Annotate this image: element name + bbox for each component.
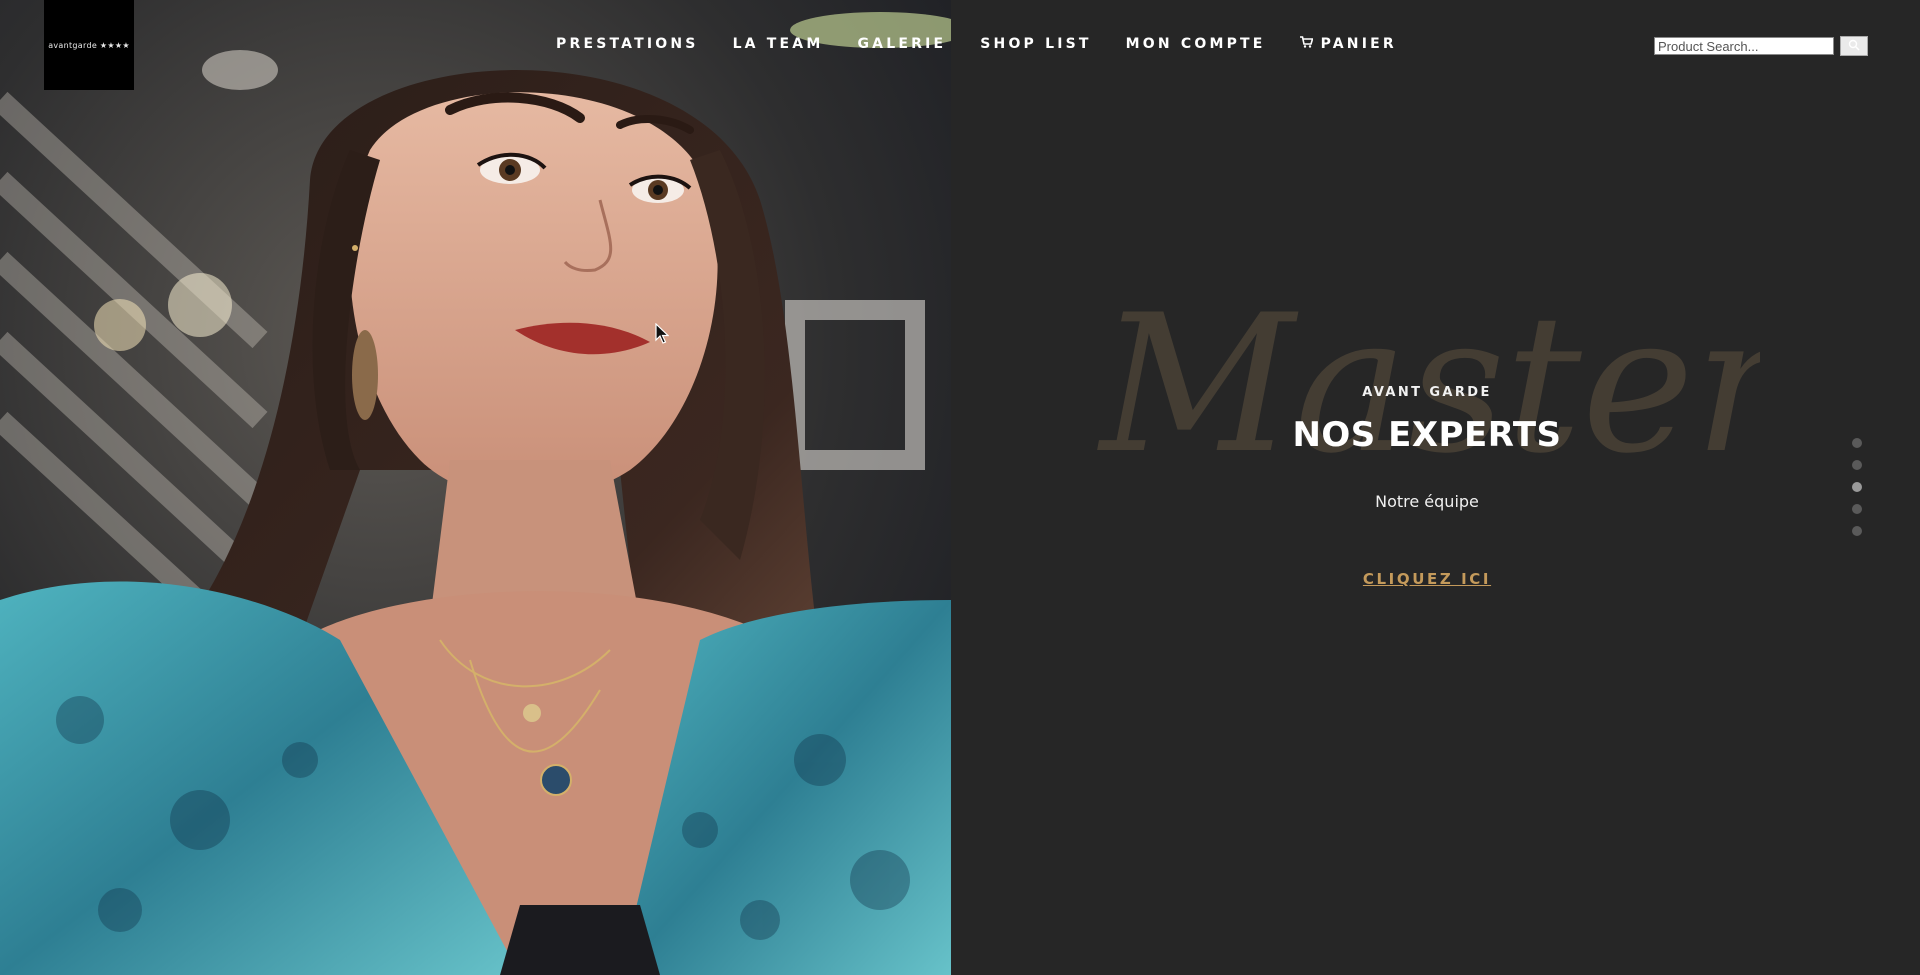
slider-dot[interactable] (1852, 438, 1862, 448)
search-button[interactable] (1840, 36, 1868, 56)
main-nav: PRESTATIONS LA TEAM GALERIE SHOP LIST MO… (556, 36, 1431, 52)
nav-label: PANIER (1320, 36, 1397, 52)
nav-item-galerie[interactable]: GALERIE (857, 36, 946, 52)
search-icon (1848, 39, 1860, 54)
nav-label: LA TEAM (732, 36, 824, 52)
nav-label: SHOP LIST (980, 36, 1092, 52)
slider-dot[interactable] (1852, 504, 1862, 514)
slider-dot[interactable] (1852, 460, 1862, 470)
site-logo[interactable]: avantgarde ★★★★ (44, 0, 134, 90)
cart-icon (1299, 36, 1314, 52)
slider-dot[interactable] (1852, 526, 1862, 536)
slider-pagination (1852, 438, 1862, 536)
hero-kicker: AVANT GARDE (1362, 385, 1492, 400)
nav-label: MON COMPTE (1125, 36, 1266, 52)
search-input[interactable] (1654, 37, 1834, 55)
nav-item-shop-list[interactable]: SHOP LIST (980, 36, 1091, 52)
hero-title: NOS EXPERTS (1292, 415, 1562, 455)
nav-item-panier[interactable]: PANIER (1299, 36, 1397, 52)
nav-item-mon-compte[interactable]: MON COMPTE (1126, 36, 1266, 52)
mouse-cursor-icon (655, 323, 669, 344)
logo-text: avantgarde ★★★★ (48, 40, 130, 50)
cta-link[interactable]: CLIQUEZ ICI (1363, 570, 1491, 588)
nav-label: PRESTATIONS (556, 36, 699, 52)
product-search (1654, 36, 1868, 56)
hero-subtitle: Notre équipe (1375, 492, 1479, 511)
hero-photo (0, 0, 951, 975)
script-word-master: Master (1097, 274, 1760, 495)
nav-item-la-team[interactable]: LA TEAM (733, 36, 824, 52)
slider-dot-active[interactable] (1852, 482, 1862, 492)
nav-item-prestations[interactable]: PRESTATIONS (556, 36, 699, 52)
nav-label: GALERIE (857, 36, 947, 52)
